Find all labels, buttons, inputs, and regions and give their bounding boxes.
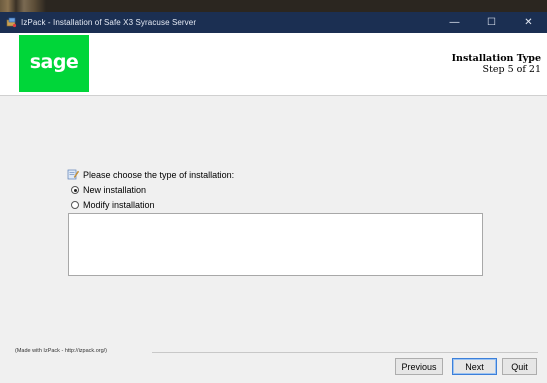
sage-logo: sage [19, 35, 89, 92]
window-controls: — ☐ ✕ [436, 12, 547, 33]
next-button[interactable]: Next [452, 358, 497, 375]
footer-divider [152, 352, 538, 353]
description-text-area[interactable] [68, 213, 483, 276]
previous-button[interactable]: Previous [395, 358, 443, 375]
made-with-izpack-label: (Made with IzPack - http://izpack.org/) [15, 348, 108, 354]
izpack-app-icon [6, 17, 17, 28]
window-title: IzPack - Installation of Safe X3 Syracus… [21, 18, 197, 27]
panel-title: Installation Type [451, 53, 541, 64]
main-panel: Please choose the type of installation: … [0, 96, 547, 346]
title-bar[interactable]: IzPack - Installation of Safe X3 Syracus… [0, 12, 547, 33]
maximize-button[interactable]: ☐ [473, 12, 510, 33]
close-button[interactable]: ✕ [510, 12, 547, 33]
background-image-strip [0, 0, 547, 12]
new-installation-option[interactable]: New installation [71, 185, 146, 195]
prompt-label: Please choose the type of installation: [83, 169, 235, 180]
minimize-button[interactable]: — [436, 12, 473, 33]
modify-installation-label[interactable]: Modify installation [83, 200, 155, 210]
logo-text: sage [29, 50, 79, 73]
radio-icon[interactable] [71, 201, 79, 209]
document-edit-icon [67, 169, 80, 180]
panel-heading: Installation Type Step 5 of 21 [452, 53, 541, 75]
installer-header: sage Installation Type Step 5 of 21 [0, 33, 547, 96]
new-installation-label[interactable]: New installation [83, 185, 146, 195]
installation-type-prompt: Please choose the type of installation: [67, 169, 234, 180]
quit-button[interactable]: Quit [502, 358, 537, 375]
step-indicator: Step 5 of 21 [482, 64, 541, 75]
modify-installation-option[interactable]: Modify installation [71, 200, 155, 210]
radio-icon[interactable] [71, 186, 79, 194]
